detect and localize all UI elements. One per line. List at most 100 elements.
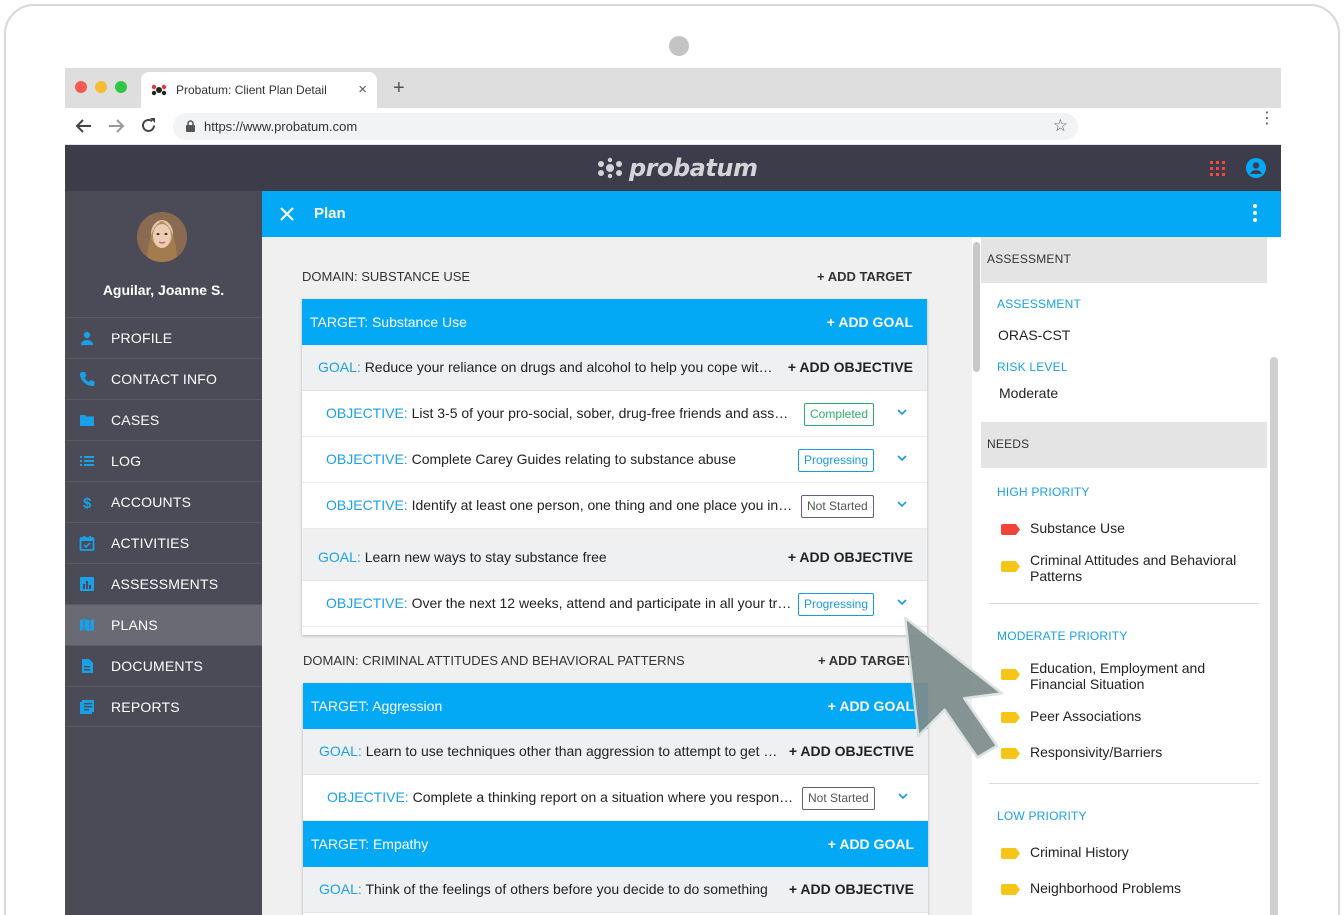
forward-icon[interactable] (107, 118, 125, 134)
goal-text: GOAL: Learn new ways to stay substance f… (318, 549, 780, 565)
goal-row[interactable]: GOAL: Learn to use techniques other than… (303, 729, 928, 775)
objective-text: OBJECTIVE: List 3-5 of your pro-social, … (326, 405, 794, 421)
chevron-down-icon[interactable] (897, 407, 907, 417)
sidebar-item-activities[interactable]: ACTIVITIES (65, 522, 262, 563)
assessment-value: ORAS-CST (998, 327, 1071, 343)
assessment-section-header: ASSESSMENT (981, 237, 1267, 283)
goal-row[interactable]: GOAL: Think of the feelings of others be… (303, 867, 928, 913)
target-row: TARGET: Aggression + ADD GOAL (303, 683, 928, 729)
need-text: Criminal History (1030, 844, 1129, 860)
tab-bar: Probatum: Client Plan Detail × + (65, 68, 1281, 108)
sidebar-item-label: LOG (111, 453, 142, 469)
objective-text: OBJECTIVE: Over the next 12 weeks, atten… (326, 595, 794, 611)
sidebar-item-accounts[interactable]: $ ACCOUNTS (65, 481, 262, 522)
objective-text: OBJECTIVE: Identify at least one person,… (326, 497, 794, 513)
target-label: TARGET: Aggression (311, 698, 443, 714)
sidebar-item-log[interactable]: LOG (65, 440, 262, 481)
sidebar-item-assessments[interactable]: ASSESSMENTS (65, 563, 262, 604)
browser-tab[interactable]: Probatum: Client Plan Detail × (141, 72, 377, 108)
sidebar-item-plans[interactable]: PLANS (65, 604, 262, 645)
goal-row[interactable]: GOAL: Learn new ways to stay substance f… (302, 529, 927, 581)
objective-text: OBJECTIVE: Complete Carey Guides relatin… (326, 451, 794, 467)
chevron-down-icon[interactable] (897, 597, 907, 607)
domain-label: DOMAIN: SUBSTANCE USE (302, 269, 471, 284)
close-window-button[interactable] (75, 81, 87, 93)
need-text: Criminal Attitudes and Behavioral Patter… (1030, 552, 1237, 584)
objective-row[interactable]: OBJECTIVE: Complete a thinking report on… (303, 775, 928, 821)
low-priority-label: LOW PRIORITY (997, 809, 1087, 823)
add-objective-button[interactable]: + ADD OBJECTIVE (788, 359, 913, 375)
assessment-panel: ASSESSMENT ASSESSMENT ORAS-CST RISK LEVE… (981, 237, 1267, 915)
tab-title: Probatum: Client Plan Detail (176, 83, 327, 97)
person-icon (81, 331, 93, 345)
list-icon (80, 456, 94, 466)
new-tab-button[interactable]: + (393, 77, 405, 100)
objective-row[interactable]: OBJECTIVE: Complete Carey Guides relatin… (302, 437, 927, 483)
status-badge: Progressing (798, 593, 875, 616)
sidebar-item-profile[interactable]: PROFILE (65, 317, 262, 358)
more-options-icon[interactable] (1253, 204, 1257, 225)
goal-row[interactable]: GOAL: Reduce your reliance on drugs and … (302, 345, 927, 391)
add-goal-button[interactable]: + ADD GOAL (828, 836, 914, 852)
phone-icon (80, 372, 95, 386)
content-scrollbar-thumb[interactable] (973, 242, 980, 372)
sidebar-item-label: ASSESSMENTS (111, 576, 219, 592)
objective-description: Complete Carey Guides relating to substa… (411, 451, 737, 467)
content-scrollbar[interactable] (972, 237, 981, 915)
objective-row[interactable]: OBJECTIVE: List 3-5 of your pro-social, … (302, 391, 927, 437)
back-icon[interactable] (75, 118, 93, 134)
goal-prefix: GOAL: (319, 881, 362, 897)
objective-row[interactable]: OBJECTIVE: Identify at least one person,… (302, 483, 927, 529)
objective-row[interactable]: OBJECTIVE: Over the next 12 weeks, atten… (302, 581, 927, 627)
goal-prefix: GOAL: (319, 743, 362, 759)
target-label: TARGET: Substance Use (310, 314, 467, 330)
add-goal-button[interactable]: + ADD GOAL (827, 314, 913, 330)
minimize-window-button[interactable] (95, 81, 107, 93)
sidebar-item-cases[interactable]: CASES (65, 399, 262, 440)
objective-description: List 3-5 of your pro-social, sober, drug… (411, 405, 794, 421)
need-text: Peer Associations (1030, 708, 1142, 724)
close-icon[interactable] (280, 207, 294, 221)
risk-level-label: RISK LEVEL (997, 360, 1068, 374)
panel-scrollbar[interactable] (1267, 237, 1281, 915)
target-card: TARGET: Aggression + ADD GOAL GOAL: Lear… (303, 683, 928, 915)
tab-close-icon[interactable]: × (358, 81, 367, 98)
add-objective-button[interactable]: + ADD OBJECTIVE (789, 743, 914, 759)
sidebar-item-reports[interactable]: REPORTS (65, 686, 262, 727)
goal-prefix: GOAL: (318, 359, 361, 375)
goal-text: GOAL: Learn to use techniques other than… (319, 743, 781, 759)
camera-dot (669, 36, 689, 56)
sidebar-item-label: ACCOUNTS (111, 494, 192, 510)
page-title: Plan (314, 205, 346, 222)
objective-description: Identify at least one person, one thing … (411, 497, 794, 513)
chevron-down-icon[interactable] (897, 499, 907, 509)
add-objective-button[interactable]: + ADD OBJECTIVE (788, 549, 913, 565)
apps-grid-icon[interactable] (1210, 161, 1225, 176)
star-icon[interactable]: ☆ (1053, 116, 1068, 136)
maximize-window-button[interactable] (115, 81, 127, 93)
add-objective-button[interactable]: + ADD OBJECTIVE (789, 881, 914, 897)
browser-menu-icon[interactable]: ⋮ (1259, 111, 1275, 127)
objective-description: Complete a thinking report on a situatio… (412, 789, 795, 805)
url-field[interactable]: https://www.probatum.com ☆ (173, 113, 1078, 140)
domain-header: DOMAIN: SUBSTANCE USE + ADD TARGET (302, 269, 912, 289)
assessment-label: ASSESSMENT (997, 297, 1082, 311)
probatum-logo: probatum (595, 154, 758, 182)
reload-icon[interactable] (140, 117, 157, 134)
bar-chart-icon (80, 577, 94, 591)
objective-prefix: OBJECTIVE: (326, 451, 408, 467)
chevron-down-icon[interactable] (897, 453, 907, 463)
chevron-down-icon[interactable] (898, 791, 908, 801)
folder-icon (80, 415, 94, 426)
browser-window: Probatum: Client Plan Detail × + https:/… (65, 68, 1281, 915)
sidebar-item-contact-info[interactable]: CONTACT INFO (65, 358, 262, 399)
add-target-button[interactable]: + ADD TARGET (817, 269, 912, 284)
goal-text: GOAL: Think of the feelings of others be… (319, 881, 781, 897)
sidebar-item-label: CASES (111, 412, 160, 428)
risk-level-value: Moderate (999, 385, 1059, 401)
account-icon[interactable] (1246, 158, 1266, 178)
app-header: probatum (65, 145, 1281, 191)
sidebar-item-documents[interactable]: DOCUMENTS (65, 645, 262, 686)
calendar-icon (79, 536, 95, 551)
panel-scrollbar-thumb[interactable] (1270, 357, 1278, 915)
